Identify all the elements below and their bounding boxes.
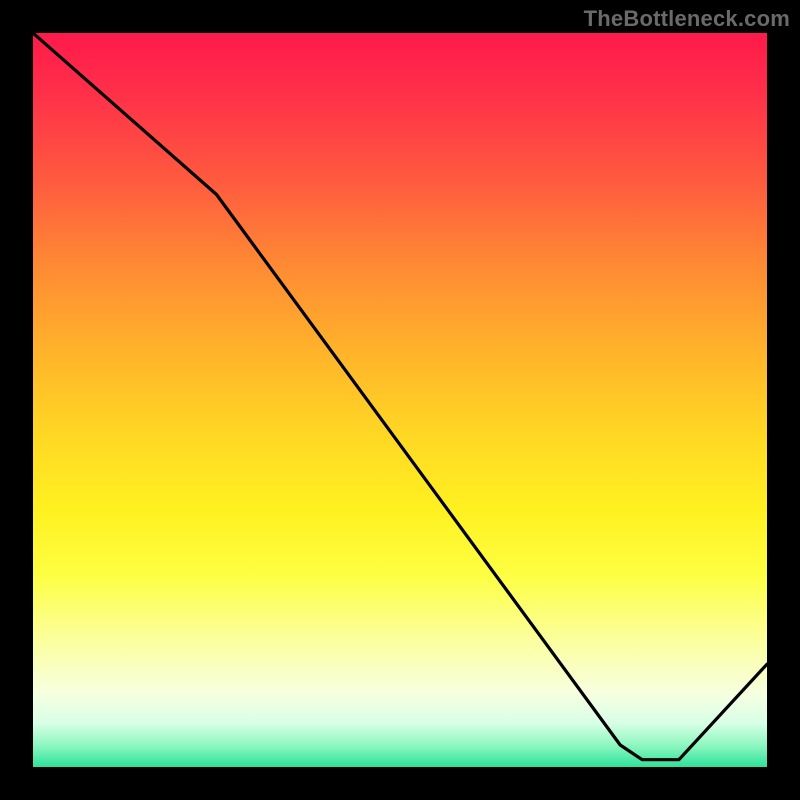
watermark-text: TheBottleneck.com bbox=[584, 6, 790, 32]
chart-frame: TheBottleneck.com bbox=[0, 0, 800, 800]
plot-area bbox=[33, 33, 767, 767]
line-plot bbox=[33, 33, 767, 767]
curve-path bbox=[33, 33, 767, 760]
